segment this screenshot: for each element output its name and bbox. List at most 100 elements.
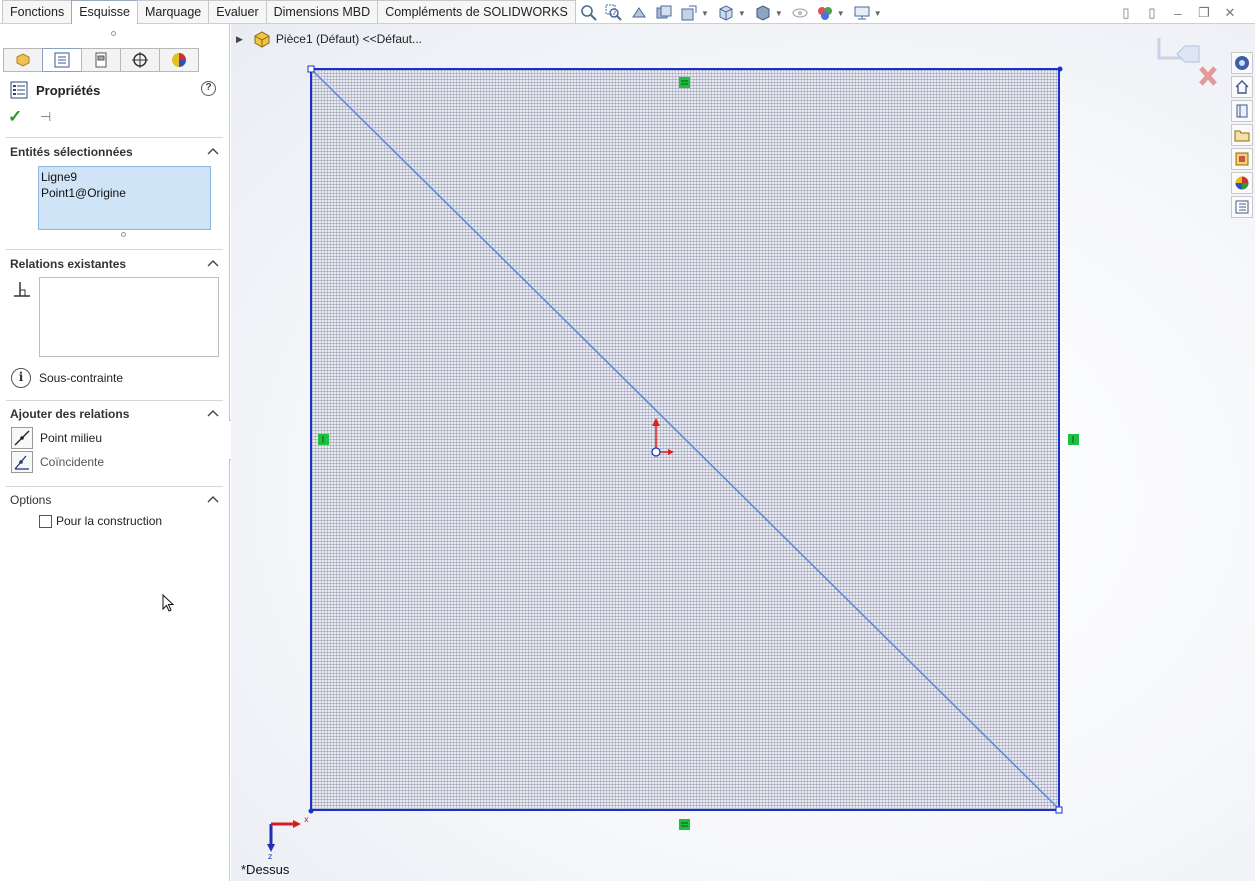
options-title: Options [10,493,52,507]
property-manager-tab[interactable] [42,48,82,72]
configuration-manager-tab[interactable] [81,48,121,72]
configuration-icon [95,52,107,68]
custom-properties-icon[interactable] [1231,196,1253,218]
selected-entities-list[interactable]: Ligne9 Point1@Origine [38,166,211,230]
relation-label[interactable]: Coïncidente [40,455,104,469]
property-manager-header: Propriétés ? [10,80,220,100]
display-manager-tab[interactable] [159,48,199,72]
chevron-down-icon[interactable]: ▼ [775,9,783,18]
edit-appearance-icon[interactable] [814,4,836,22]
sketch-point [307,65,315,73]
chevron-down-icon[interactable]: ▼ [738,9,746,18]
collapse-up-icon[interactable] [207,494,219,506]
confirmation-corner [1157,38,1217,86]
relation-coincident[interactable]: Coïncidente [11,451,104,473]
cancel-sketch-icon[interactable] [1199,66,1217,86]
info-icon: i [11,368,31,388]
file-explorer-icon[interactable] [1231,124,1253,146]
view-settings-icon[interactable] [851,4,873,22]
feature-manager-tab[interactable] [3,48,43,72]
divider [6,486,223,487]
manager-tabs [3,48,199,72]
view-orientation-label: *Dessus [241,862,290,877]
design-library-icon[interactable] [1231,100,1253,122]
panel-grip-handle[interactable] [111,31,116,36]
tab-fonctions[interactable]: Fonctions [2,0,73,23]
construction-checkbox[interactable] [39,514,52,528]
home-icon[interactable] [1231,76,1253,98]
hide-show-items-icon[interactable] [789,4,811,22]
horizontal-relation-badge [679,77,690,88]
view-palette-icon[interactable] [1231,148,1253,170]
view-orientation-icon[interactable] [715,4,737,22]
tile-right-icon[interactable]: ▯ [1139,5,1165,21]
heads-up-view-toolbar: ▼ ▼ ▼ ▼ ▼ [578,4,888,22]
minimize-icon[interactable]: – [1165,5,1191,21]
checkbox-label[interactable]: Pour la construction [56,514,162,528]
exit-sketch-icon[interactable] [1157,38,1200,63]
solidworks-resources-icon[interactable] [1231,52,1253,74]
graphics-area[interactable]: ▶ Pièce1 (Défaut) <<Défaut... x z *Dessu… [231,24,1255,881]
zoom-to-fit-icon[interactable] [578,4,600,22]
tab-evaluer[interactable]: Evaluer [208,0,267,23]
action-row: ✓ ⊣ [8,107,51,127]
property-manager-panel: Propriétés ? ✓ ⊣ Entités sélectionnées L… [0,24,230,881]
section-view-icon[interactable] [653,4,675,22]
sketch-overlay: x z [267,65,1079,861]
ok-check-icon[interactable]: ✓ [8,107,26,127]
property-list-icon [54,52,70,68]
previous-view-icon[interactable] [628,4,650,22]
relation-label[interactable]: Point milieu [40,431,102,445]
close-icon[interactable]: ✕ [1217,5,1243,21]
chevron-down-icon[interactable]: ▼ [874,9,882,18]
pin-icon[interactable]: ⊣ [40,109,51,125]
sketch-point [308,808,314,814]
sketch-line-ligne9 [311,69,1059,809]
crosshair-icon [132,52,148,68]
command-tabs: Fonctions Esquisse Marquage Evaluer Dime… [2,0,576,24]
chevron-down-icon[interactable]: ▼ [701,9,709,18]
dynamic-annotation-icon[interactable] [678,4,700,22]
feature-tree-icon [16,53,30,67]
origin-marker [651,418,674,457]
existing-relations-list[interactable] [39,277,219,357]
list-item[interactable]: Ligne9 [41,169,208,185]
reference-triad: x z [267,815,309,861]
divider [6,249,223,250]
tab-dimensions-mbd[interactable]: Dimensions MBD [265,0,379,23]
tab-complements[interactable]: Compléments de SOLIDWORKS [377,0,576,23]
chevron-down-icon[interactable]: ▼ [837,9,845,18]
restore-icon[interactable]: ❐ [1191,5,1217,21]
selected-entities-title: Entités sélectionnées [10,145,133,159]
appearances-icon[interactable] [1231,172,1253,194]
svg-text:z: z [268,852,272,861]
collapse-up-icon[interactable] [207,258,219,270]
midpoint-relation-icon[interactable] [11,427,33,449]
list-resize-handle[interactable] [121,232,126,237]
dimxpert-manager-tab[interactable] [120,48,160,72]
add-relations-title: Ajouter des relations [10,407,130,421]
construction-option[interactable]: Pour la construction [39,514,162,528]
constraint-status: i Sous-contrainte [11,368,123,388]
tab-marquage[interactable]: Marquage [136,0,210,23]
existing-relations-title: Relations existantes [10,257,127,271]
list-item[interactable]: Point1@Origine [41,185,208,201]
display-style-icon[interactable] [752,4,774,22]
divider [6,400,223,401]
coincident-relation-icon[interactable] [11,451,33,473]
vertical-relation-badge [1068,434,1079,445]
horizontal-relation-badge [679,819,690,830]
collapse-up-icon[interactable] [207,408,219,420]
divider [6,137,223,138]
relation-midpoint[interactable]: Point milieu [11,427,102,449]
help-icon[interactable]: ? [201,81,216,96]
zoom-to-area-icon[interactable] [603,4,625,22]
command-manager-bar: Fonctions Esquisse Marquage Evaluer Dime… [0,0,1255,24]
svg-text:x: x [304,815,309,824]
sketch-point [1057,66,1063,72]
relations-icon [14,282,30,297]
tile-left-icon[interactable]: ▯ [1113,5,1139,21]
sketch-point [1055,806,1063,814]
collapse-up-icon[interactable] [207,146,219,158]
tab-esquisse[interactable]: Esquisse [71,0,138,24]
